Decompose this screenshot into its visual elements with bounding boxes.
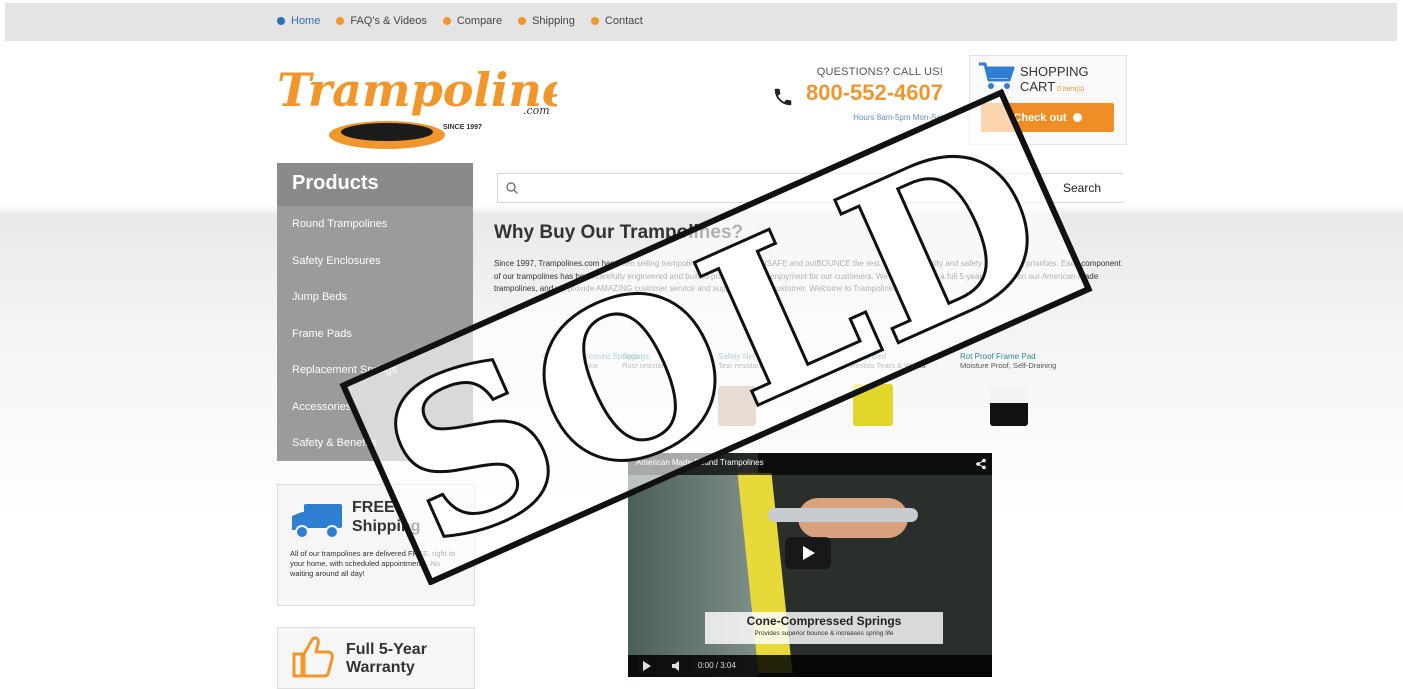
safety-net-thumbnail — [718, 386, 756, 426]
page-title: Why Buy Our Trampolines? — [494, 222, 744, 243]
warranty-title-line2: Warranty — [346, 659, 415, 676]
bullet-icon — [590, 17, 599, 25]
free-shipping-title-line1: FREE — [352, 499, 395, 516]
sidebar-item-replacement-springs[interactable]: Replacement Springs — [277, 352, 473, 389]
video-subcaption: Provides superior bounce & increases spr… — [754, 630, 894, 637]
arrow-circle-icon — [1072, 113, 1082, 122]
feature-subtitle: Rust resistant — [622, 361, 668, 370]
sidebar-item-accessories[interactable]: Accessories — [277, 389, 473, 426]
nav-contact[interactable]: Contact — [590, 15, 643, 27]
free-shipping-title-line2: Shipping — [352, 518, 421, 535]
cart-title[interactable]: SHOPPING CART 0 item(s) — [1020, 64, 1120, 97]
feature-name: Safety Net — [718, 352, 756, 361]
site-logo[interactable]: Trampolines .com SINCE 1997 — [277, 62, 557, 158]
checkout-label: Check out — [1013, 111, 1067, 124]
feature-name: Jump Bed — [850, 352, 887, 361]
sidebar-item-frame-pads[interactable]: Frame Pads — [277, 316, 473, 353]
phone-number[interactable]: 800-552-4607 — [800, 80, 943, 106]
top-nav: Home FAQ's & Videos Compare Shipping Con… — [277, 12, 643, 30]
phone-icon — [774, 88, 792, 106]
nav-faq[interactable]: FAQ's & Videos — [336, 15, 427, 27]
sidebar-item-round-trampolines[interactable]: Round Trampolines — [277, 206, 473, 243]
sidebar-item-safety-benefits[interactable]: Safety & Benefits — [277, 425, 473, 462]
products-heading: Products — [277, 163, 473, 206]
nav-shipping[interactable]: Shipping — [518, 15, 575, 27]
logo-trampoline-bed — [341, 123, 433, 141]
bullet-icon — [336, 17, 345, 25]
sidebar-item-jump-beds[interactable]: Jump Beds — [277, 279, 473, 316]
nav-label: Contact — [604, 15, 643, 27]
feature-item[interactable]: Springs Rust resistant — [622, 352, 668, 370]
free-shipping-title: FREE Shipping — [352, 498, 420, 536]
volume-icon[interactable] — [672, 661, 684, 671]
feature-name: Rot Proof Frame Pad — [960, 352, 1036, 361]
truck-icon — [292, 504, 342, 539]
business-hours: Hours 8am-5pm Mon-Sat — [853, 113, 943, 122]
cart-count: 0 item(s) — [1057, 86, 1085, 93]
cart-icon[interactable] — [977, 60, 1017, 92]
feature-subtitle: Tear resistant — [718, 361, 764, 370]
feature-subtitle: Moisture Proof, Self-Draining — [960, 361, 1057, 370]
warranty-title: Full 5-Year Warranty — [346, 641, 427, 677]
cart-title-line2: CART — [1020, 79, 1056, 94]
jump-bed-thumbnail — [853, 384, 893, 426]
questions-label: QUESTIONS? CALL US! — [816, 66, 943, 78]
logo-suffix: .com — [523, 104, 550, 117]
nav-label: Compare — [456, 15, 503, 27]
top-nav-bar — [5, 3, 1397, 41]
play-button[interactable] — [785, 537, 831, 569]
bullet-icon — [442, 17, 451, 25]
video-controls — [628, 655, 992, 677]
intro-paragraph: Since 1997, Trampolines.com has been sel… — [494, 259, 1121, 293]
search-input[interactable] — [525, 177, 1034, 201]
search-button[interactable]: Search — [1040, 174, 1123, 202]
warranty-title-line1: Full 5-Year — [346, 641, 427, 658]
free-shipping-text: All of our trampolines are delivered FRE… — [290, 549, 456, 578]
products-menu: Round Trampolines Safety Enclosures Jump… — [277, 206, 473, 462]
feature-name: Springs — [622, 352, 650, 361]
feature-item[interactable]: Rot Proof Frame Pad Moisture Proof, Self… — [960, 352, 1056, 370]
search-icon — [506, 182, 518, 194]
checkout-button[interactable]: Check out — [981, 103, 1114, 132]
video-title[interactable]: American Made Round Trampolines — [636, 458, 764, 467]
feature-item[interactable]: Jump Bed Resists Tears & Wears — [850, 352, 926, 370]
nav-label: Home — [291, 15, 321, 27]
video-spring — [768, 508, 918, 522]
cart-title-line1: SHOPPING — [1020, 64, 1089, 79]
share-icon[interactable] — [975, 458, 987, 470]
nav-label: Shipping — [532, 15, 575, 27]
feature-subtitle: Resists Tears & Wears — [850, 361, 926, 370]
frame-pad-thumbnail — [990, 388, 1028, 426]
sidebar-item-safety-enclosures[interactable]: Safety Enclosures — [277, 243, 473, 280]
logo-since: SINCE 1997 — [443, 124, 482, 131]
bullet-icon — [518, 17, 527, 25]
play-icon — [803, 546, 815, 560]
video-caption: Cone-Compressed Springs — [746, 614, 902, 628]
video-time: 0:00 / 3:04 — [698, 661, 736, 670]
bullet-icon — [277, 17, 285, 25]
nav-compare[interactable]: Compare — [442, 15, 503, 27]
nav-label: FAQ's & Videos — [350, 15, 427, 27]
logo-text: Trampolines — [277, 63, 557, 117]
feature-item[interactable]: Safety Net Tear resistant — [718, 352, 763, 370]
nav-home[interactable]: Home — [277, 15, 320, 27]
play-control-icon[interactable] — [642, 661, 652, 671]
thumbs-up-icon — [292, 636, 334, 678]
